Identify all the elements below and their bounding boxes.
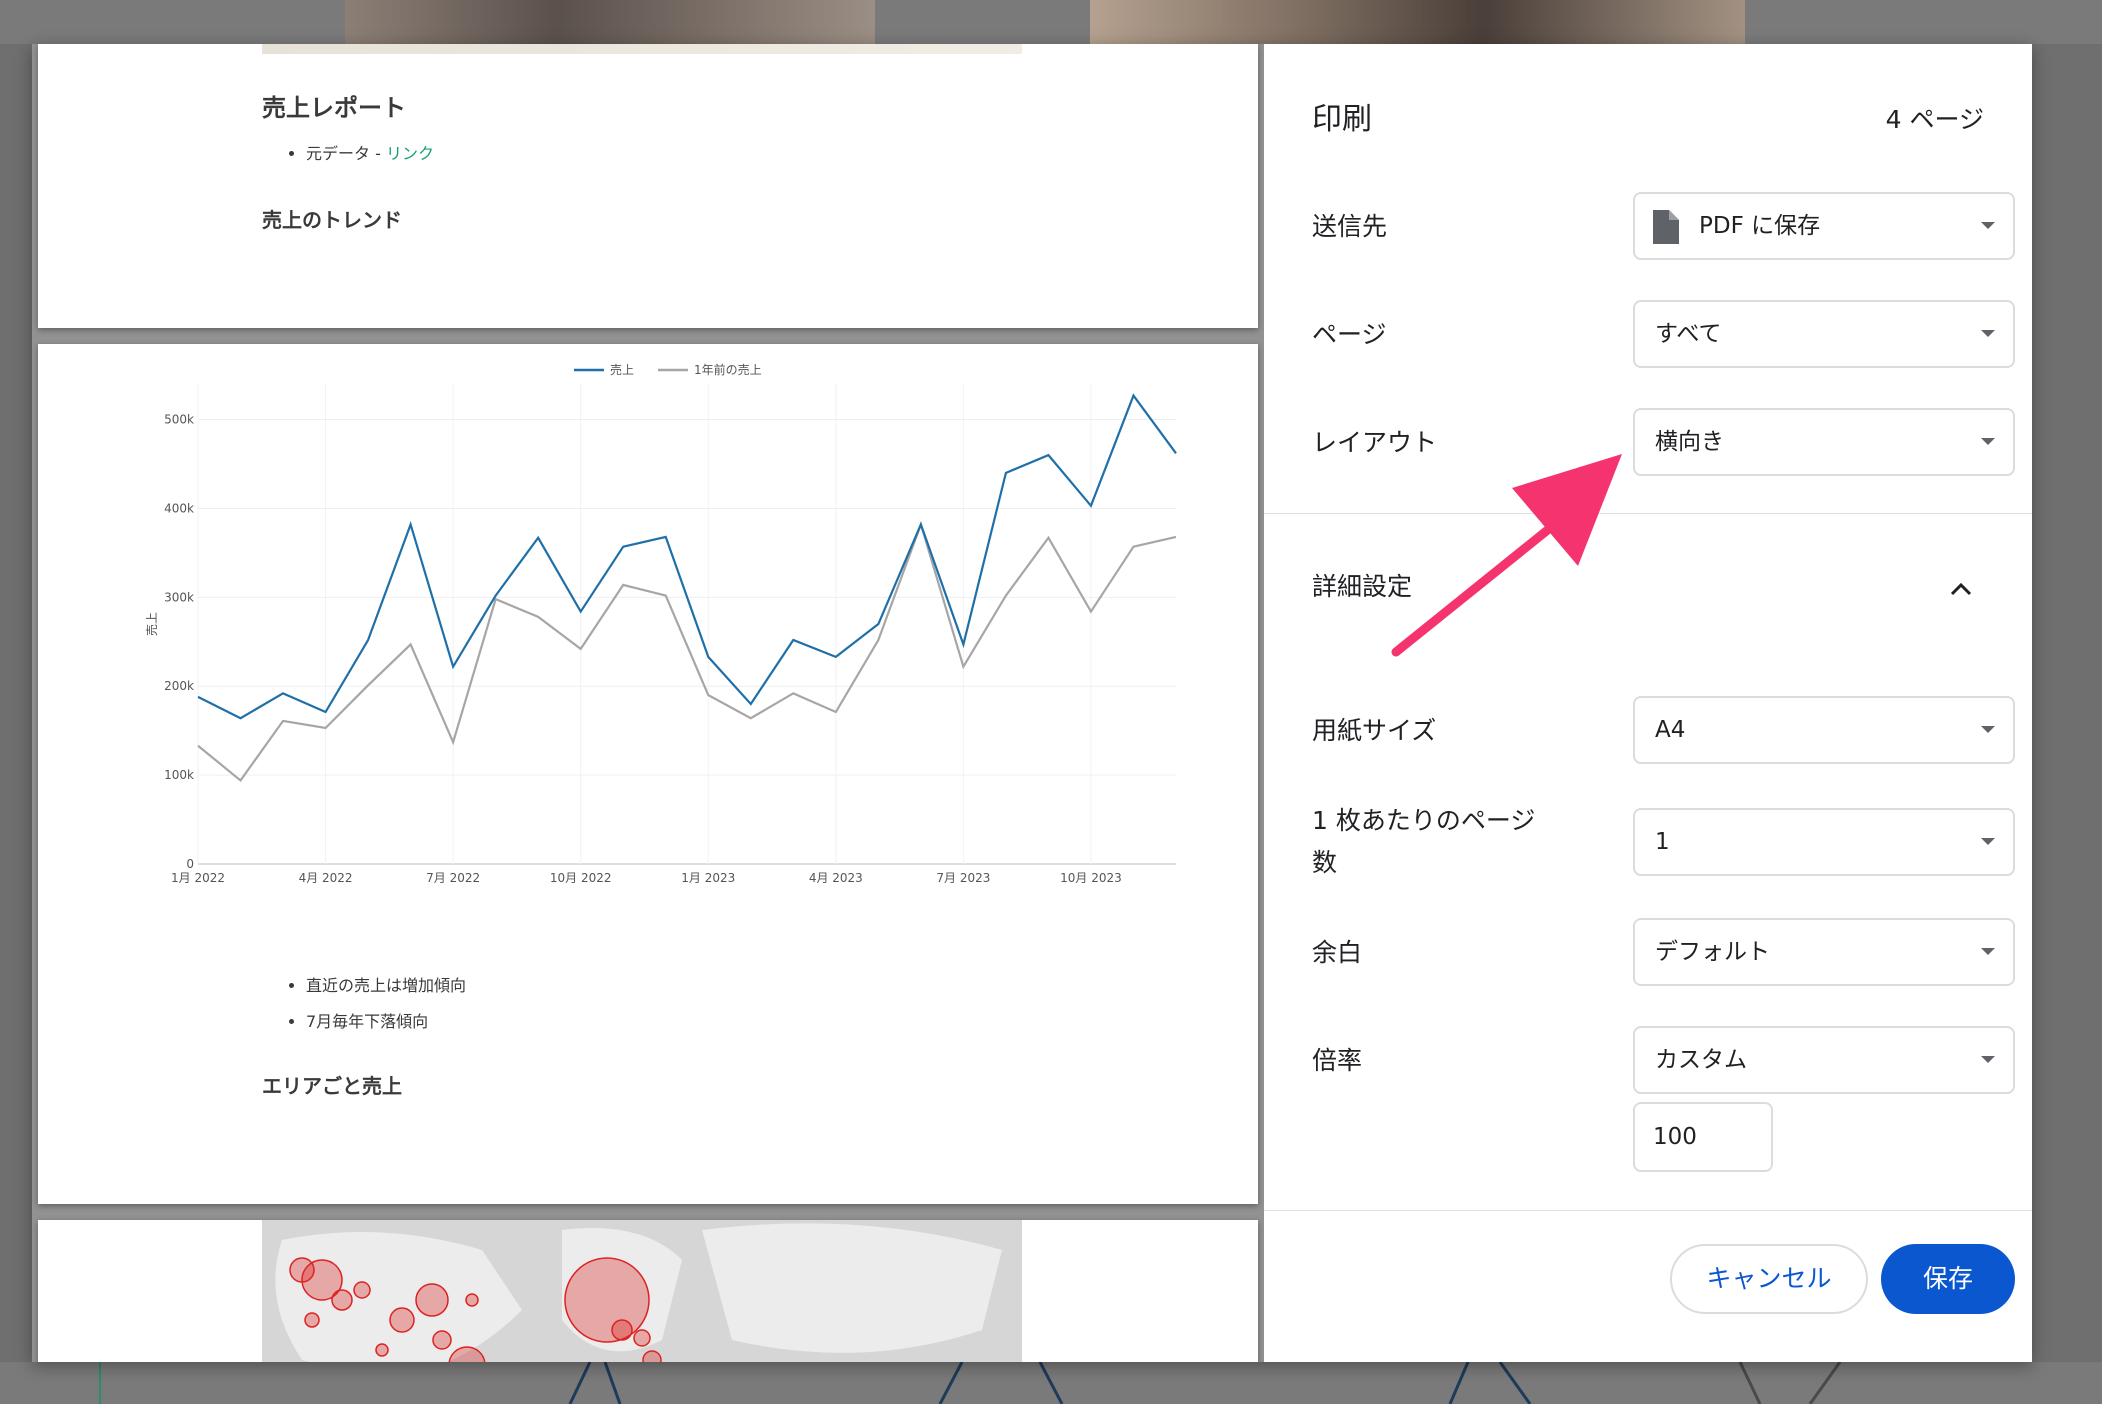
header-image [262,44,1022,54]
list-item: 元データ - リンク [306,140,434,164]
cancel-button[interactable]: キャンセル [1670,1244,1868,1314]
background-photo [345,0,875,44]
page-count: 4 ページ [1885,105,1984,134]
y-tick-label: 100k [164,768,194,782]
pages-value: すべて [1655,321,1722,347]
chevron-down-icon [1981,948,1995,955]
chevron-up-icon[interactable] [1950,582,1972,596]
paper-size-label: 用紙サイズ [1312,716,1437,745]
preview-page-3 [38,1220,1258,1362]
divider [1264,513,2032,514]
insight-list: 直近の売上は増加傾向 7月毎年下落傾向 [306,972,466,1044]
world-map [262,1220,1022,1362]
report-title: 売上レポート [262,94,406,122]
scale-label: 倍率 [1312,1046,1363,1075]
source-list: 元データ - リンク [306,140,434,176]
trend-heading: 売上のトレンド [262,208,402,232]
x-tick-label: 7月 2022 [426,871,480,885]
chevron-down-icon [1981,222,1995,229]
pages-per-sheet-value: 1 [1655,829,1670,855]
chevron-down-icon [1981,1056,1995,1063]
list-item: 7月毎年下落傾向 [306,1008,466,1032]
pages-label: ページ [1312,320,1387,349]
chevron-down-icon [1981,838,1995,845]
advanced-settings-toggle[interactable]: 詳細設定 [1312,566,1412,608]
x-tick-label: 4月 2023 [809,871,863,885]
document-icon [1653,210,1679,244]
destination-select[interactable]: PDF に保存 [1633,192,2015,260]
divider [1264,1210,2032,1211]
background-page-bottom [0,1362,2102,1404]
dialog-title: 印刷 [1312,102,1372,137]
paper-size-select[interactable]: A4 [1633,696,2015,764]
background-photo [1090,0,1745,44]
pages-per-sheet-select[interactable]: 1 [1633,808,2015,876]
margins-label: 余白 [1312,938,1363,967]
print-dialog: 売上レポート 元データ - リンク 売上のトレンド 0 100k 200k 300k 4… [32,44,2032,1362]
y-tick-label: 300k [164,590,194,604]
scale-value: カスタム [1655,1047,1747,1073]
layout-select[interactable]: 横向き [1633,408,2015,476]
margins-value: デフォルト [1655,939,1770,965]
x-tick-label: 10月 2022 [550,871,612,885]
pages-select[interactable]: すべて [1633,300,2015,368]
layout-value: 横向き [1655,429,1724,455]
list-item: 直近の売上は増加傾向 [306,972,466,996]
chevron-down-icon [1981,438,1995,445]
area-heading: エリアごと売上 [262,1074,402,1098]
x-tick-label: 7月 2023 [936,871,990,885]
print-settings-panel: 印刷 4 ページ 送信先 PDF に保存 ページ すべて レイアウト 横向き 詳… [1264,44,2032,1362]
destination-value: PDF に保存 [1699,213,1821,239]
layout-label: レイアウト [1312,428,1438,457]
y-tick-label: 0 [186,857,194,871]
y-tick-label: 200k [164,679,194,693]
x-tick-label: 4月 2022 [299,871,353,885]
y-tick-label: 500k [164,413,194,427]
save-button[interactable]: 保存 [1881,1244,2015,1314]
y-tick-label: 400k [164,501,194,515]
chevron-down-icon [1981,726,1995,733]
y-axis-label: 売上 [144,612,159,636]
scale-select[interactable]: カスタム [1633,1026,2015,1094]
scale-input[interactable]: 100 [1633,1102,1773,1172]
source-link[interactable]: リンク [386,144,434,163]
x-tick-label: 10月 2023 [1060,871,1122,885]
chevron-down-icon [1981,330,1995,337]
legend-label: 売上 [610,362,634,377]
series-line [197,520,1177,783]
background-page-top [0,0,2102,44]
paper-size-value: A4 [1655,717,1686,743]
pages-per-sheet-label: 1 枚あたりのページ 数 [1312,806,1536,877]
preview-page-2: 0 100k 200k 300k 400k 500k 1月 2022 4月 2022 7月 20… [38,344,1258,1204]
sales-trend-chart: 0 100k 200k 300k 400k 500k 1月 2022 4月 2022 7月 20… [144,362,1177,885]
world-map-graphic [275,1223,1002,1362]
series-line [197,393,1177,720]
preview-page-1: 売上レポート 元データ - リンク 売上のトレンド [38,44,1258,328]
x-tick-label: 1月 2023 [681,871,735,885]
destination-label: 送信先 [1312,212,1388,241]
legend-label: 1年前の売上 [694,362,762,377]
x-tick-label: 1月 2022 [171,871,225,885]
print-preview[interactable]: 売上レポート 元データ - リンク 売上のトレンド 0 100k 200k 300k 4… [32,44,1264,1362]
margins-select[interactable]: デフォルト [1633,918,2015,986]
background-lines [99,1362,1842,1404]
